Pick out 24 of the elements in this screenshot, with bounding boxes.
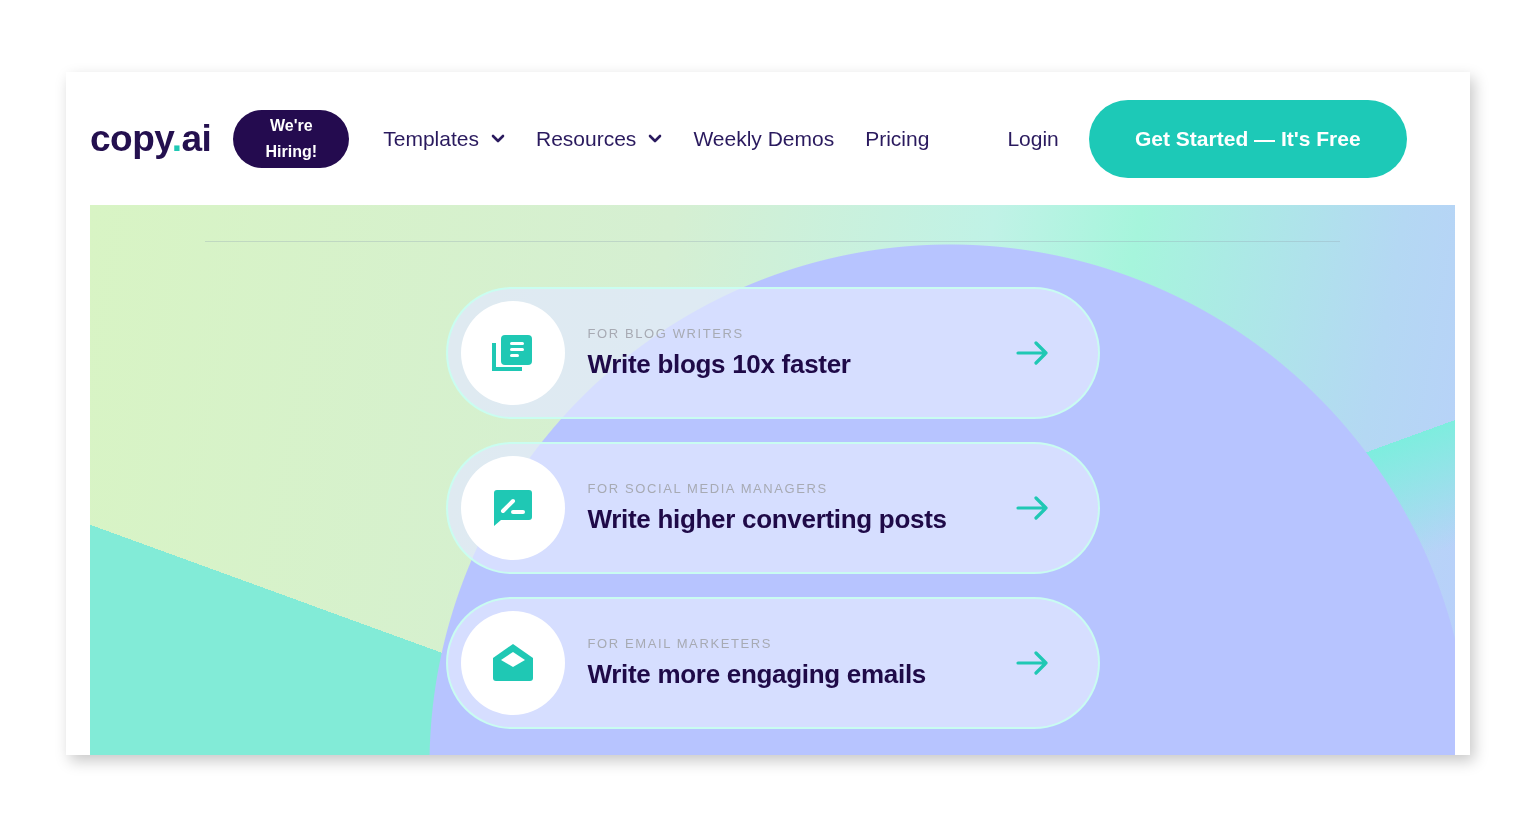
chevron-down-icon (491, 134, 505, 143)
nav-link[interactable]: Pricing (865, 126, 930, 151)
login-link[interactable]: Login (1007, 126, 1059, 151)
audience-card[interactable]: FOR SOCIAL MEDIA MANAGERS Write higher converting posts (445, 442, 1100, 574)
hiring-badge[interactable]: We're Hiring! (233, 109, 350, 168)
audience-card[interactable]: FOR EMAIL MARKETERS Write more engaging emails (445, 597, 1100, 729)
chat-pencil-icon (492, 489, 533, 527)
audience-label: FOR SOCIAL MEDIA MANAGERS (587, 481, 829, 496)
audience-title: Write blogs 10x faster (587, 349, 852, 380)
audience-card[interactable]: FOR BLOG WRITERS Write blogs 10x faster (445, 287, 1100, 419)
nav-link[interactable]: Resources (536, 126, 663, 151)
audience-label: FOR BLOG WRITERS (587, 326, 745, 341)
arrow-right-icon (1015, 651, 1050, 675)
audience-title: Write higher converting posts (587, 504, 948, 535)
open-envelope-icon (492, 644, 533, 682)
documents-icon (491, 333, 534, 373)
arrow-right-icon (1015, 341, 1050, 365)
audience-title: Write more engaging emails (587, 659, 927, 690)
chevron-down-icon (648, 134, 663, 143)
nav-link[interactable]: Templates (383, 126, 505, 151)
audience-label: FOR EMAIL MARKETERS (587, 636, 773, 651)
arrow-right-icon (1015, 496, 1050, 520)
nav-link[interactable]: Weekly Demos (693, 126, 835, 151)
logo[interactable]: copy.ai (90, 117, 212, 160)
